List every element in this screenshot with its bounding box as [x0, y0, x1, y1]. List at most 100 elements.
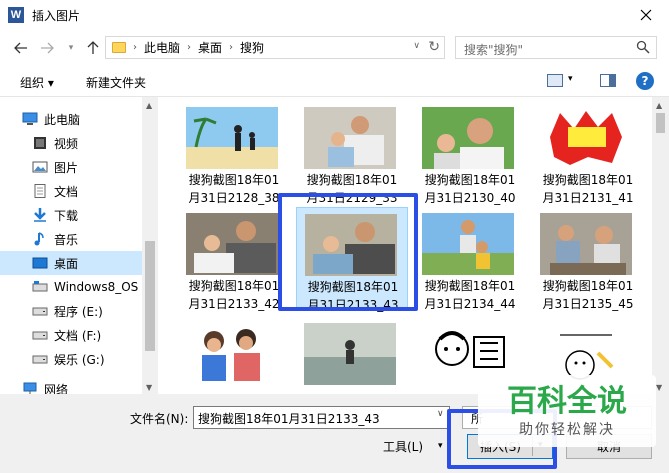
preview-pane-icon[interactable] — [600, 74, 616, 87]
nav-item-drive-f[interactable]: 文档 (F:) — [0, 323, 142, 347]
organize-menu[interactable]: 组织 ▾ — [20, 74, 54, 91]
address-bar[interactable]: › 此电脑 › 桌面 › 搜狗 ∨ ↻ — [105, 36, 445, 59]
nav-item-this-pc[interactable]: 此电脑 — [0, 107, 142, 131]
file-list: 搜狗截图18年01 月31日2128_38 搜狗截图18年01 月31日2129_3… — [158, 97, 652, 395]
computer-icon — [22, 112, 38, 125]
tools-menu[interactable]: 工具(L) — [383, 438, 423, 455]
nav-label: 娱乐 (G:) — [54, 352, 105, 367]
navigation-pane: 此电脑 视频 图片 文档 下载 音乐 桌面 Windows8_OS 程序 (E:… — [0, 97, 158, 397]
scroll-up-icon[interactable]: ▲ — [146, 101, 152, 110]
nav-label: 音乐 — [54, 232, 79, 247]
scroll-down-icon[interactable]: ▼ — [656, 383, 662, 392]
navigation-row: ▾ › 此电脑 › 桌面 › 搜狗 ∨ ↻ 搜索"搜狗" — [0, 30, 669, 66]
file-list-scrollbar[interactable]: ▲ ▼ — [652, 97, 669, 395]
change-view-icon[interactable] — [547, 74, 563, 87]
up-button[interactable] — [84, 39, 102, 57]
file-tile[interactable]: 搜狗截图18年01 月31日2131_41 — [532, 101, 644, 205]
title-bar: W 插入图片 — [0, 0, 669, 30]
nav-label: 文档 — [54, 184, 79, 199]
image-thumbnail — [422, 107, 514, 169]
image-thumbnail — [540, 213, 632, 275]
music-icon — [34, 232, 44, 246]
file-tile[interactable]: 搜狗截图18年01 月31日2129_33 — [296, 101, 408, 205]
nav-item-videos[interactable]: 视频 — [0, 131, 142, 155]
nav-item-desktop[interactable]: 桌面 — [0, 251, 142, 275]
watermark-logo: 百科全说 — [507, 384, 627, 419]
folder-icon — [112, 42, 126, 53]
file-tile[interactable]: 搜狗截图18年01 月31日2133_42 — [178, 207, 290, 311]
scroll-up-icon[interactable]: ▲ — [656, 101, 662, 110]
help-icon[interactable]: ? — [636, 72, 654, 90]
video-icon — [34, 137, 46, 149]
file-tile[interactable]: 搜狗截图18年01 月31日2128_38 — [178, 101, 290, 205]
drive-icon — [32, 307, 48, 316]
breadcrumb-this-pc[interactable]: 此电脑 — [144, 39, 180, 56]
file-name: 搜狗截图18年01 月31日2129_33 — [306, 173, 398, 205]
image-thumbnail — [422, 213, 514, 275]
drive-icon — [32, 355, 48, 364]
filename-dropdown-icon[interactable]: ∨ — [437, 409, 444, 419]
watermark: 百科全说 助你轻松解决 — [478, 375, 656, 447]
file-name: 搜狗截图18年01 月31日2128_38 — [188, 173, 280, 205]
nav-item-pictures[interactable]: 图片 — [0, 155, 142, 179]
file-name: 搜狗截图18年01 月31日2130_40 — [424, 173, 516, 205]
file-tile[interactable] — [178, 317, 290, 395]
main-area: 此电脑 视频 图片 文档 下载 音乐 桌面 Windows8_OS 程序 (E:… — [0, 96, 669, 397]
back-button[interactable] — [12, 39, 30, 57]
file-scroll-thumb[interactable] — [656, 113, 665, 133]
word-app-icon: W — [8, 7, 24, 23]
file-name: 搜狗截图18年01 月31日2135_45 — [542, 279, 634, 311]
file-tile[interactable] — [296, 317, 408, 395]
nav-label: 下载 — [54, 208, 79, 223]
image-thumbnail — [305, 214, 397, 276]
breadcrumb-desktop[interactable]: 桌面 — [198, 39, 222, 56]
close-window-button[interactable] — [623, 0, 669, 30]
file-name: 搜狗截图18年01 月31日2134_44 — [424, 279, 516, 311]
arrow-right-icon — [41, 42, 54, 54]
nav-label: 图片 — [54, 160, 79, 175]
file-name: 搜狗截图18年01 月31日2133_42 — [188, 279, 280, 311]
file-name: 搜狗截图18年01 月31日2131_41 — [542, 173, 634, 205]
image-thumbnail — [304, 107, 396, 169]
watermark-tagline: 助你轻松解决 — [519, 422, 615, 438]
arrow-up-icon — [87, 41, 99, 54]
address-history-dropdown[interactable]: ∨ — [413, 41, 420, 51]
file-name: 搜狗截图18年01 月31日2133_43 — [307, 280, 399, 312]
filename-field[interactable]: 搜狗截图18年01月31日2133_43 — [193, 406, 450, 429]
nav-item-drive-g[interactable]: 娱乐 (G:) — [0, 347, 142, 371]
nav-item-windows8-os[interactable]: Windows8_OS — [0, 275, 142, 299]
image-thumbnail — [540, 107, 632, 169]
nav-item-drive-e[interactable]: 程序 (E:) — [0, 299, 142, 323]
nav-item-music[interactable]: 音乐 — [0, 227, 142, 251]
breadcrumb-sogou[interactable]: 搜狗 — [240, 39, 264, 56]
nav-item-downloads[interactable]: 下载 — [0, 203, 142, 227]
arrow-left-icon — [14, 42, 27, 54]
chevron-right-icon: › — [133, 42, 137, 53]
image-thumbnail — [304, 323, 396, 385]
file-tile[interactable]: 搜狗截图18年01 月31日2134_44 — [414, 207, 526, 311]
image-thumbnail — [186, 323, 278, 385]
file-tile[interactable]: 搜狗截图18年01 月31日2135_45 — [532, 207, 644, 311]
pictures-icon — [32, 161, 48, 173]
search-input[interactable]: 搜索"搜狗" — [455, 36, 657, 59]
image-thumbnail — [186, 107, 278, 169]
nav-label: Windows8_OS — [54, 280, 139, 294]
file-tile[interactable]: 搜狗截图18年01 月31日2130_40 — [414, 101, 526, 205]
nav-item-documents[interactable]: 文档 — [0, 179, 142, 203]
search-placeholder: 搜索"搜狗" — [464, 43, 524, 57]
nav-label: 程序 (E:) — [54, 304, 103, 319]
search-icon[interactable] — [636, 40, 650, 54]
refresh-icon[interactable]: ↻ — [428, 39, 440, 55]
new-folder-button[interactable]: 新建文件夹 — [86, 74, 146, 91]
recent-locations-button[interactable]: ▾ — [62, 39, 80, 57]
forward-button[interactable] — [38, 39, 56, 57]
chevron-right-icon: › — [229, 42, 234, 53]
drive-icon — [32, 331, 48, 340]
view-options-dropdown[interactable]: ▾ — [568, 74, 573, 84]
nav-scrollbar[interactable]: ▲ ▼ — [142, 97, 158, 395]
file-tile-selected[interactable]: 搜狗截图18年01 月31日2133_43 — [296, 207, 408, 312]
close-icon — [640, 9, 652, 21]
nav-scroll-thumb[interactable] — [145, 241, 155, 351]
chevron-down-icon: ▾ — [68, 43, 74, 53]
scroll-down-icon[interactable]: ▼ — [146, 383, 152, 392]
